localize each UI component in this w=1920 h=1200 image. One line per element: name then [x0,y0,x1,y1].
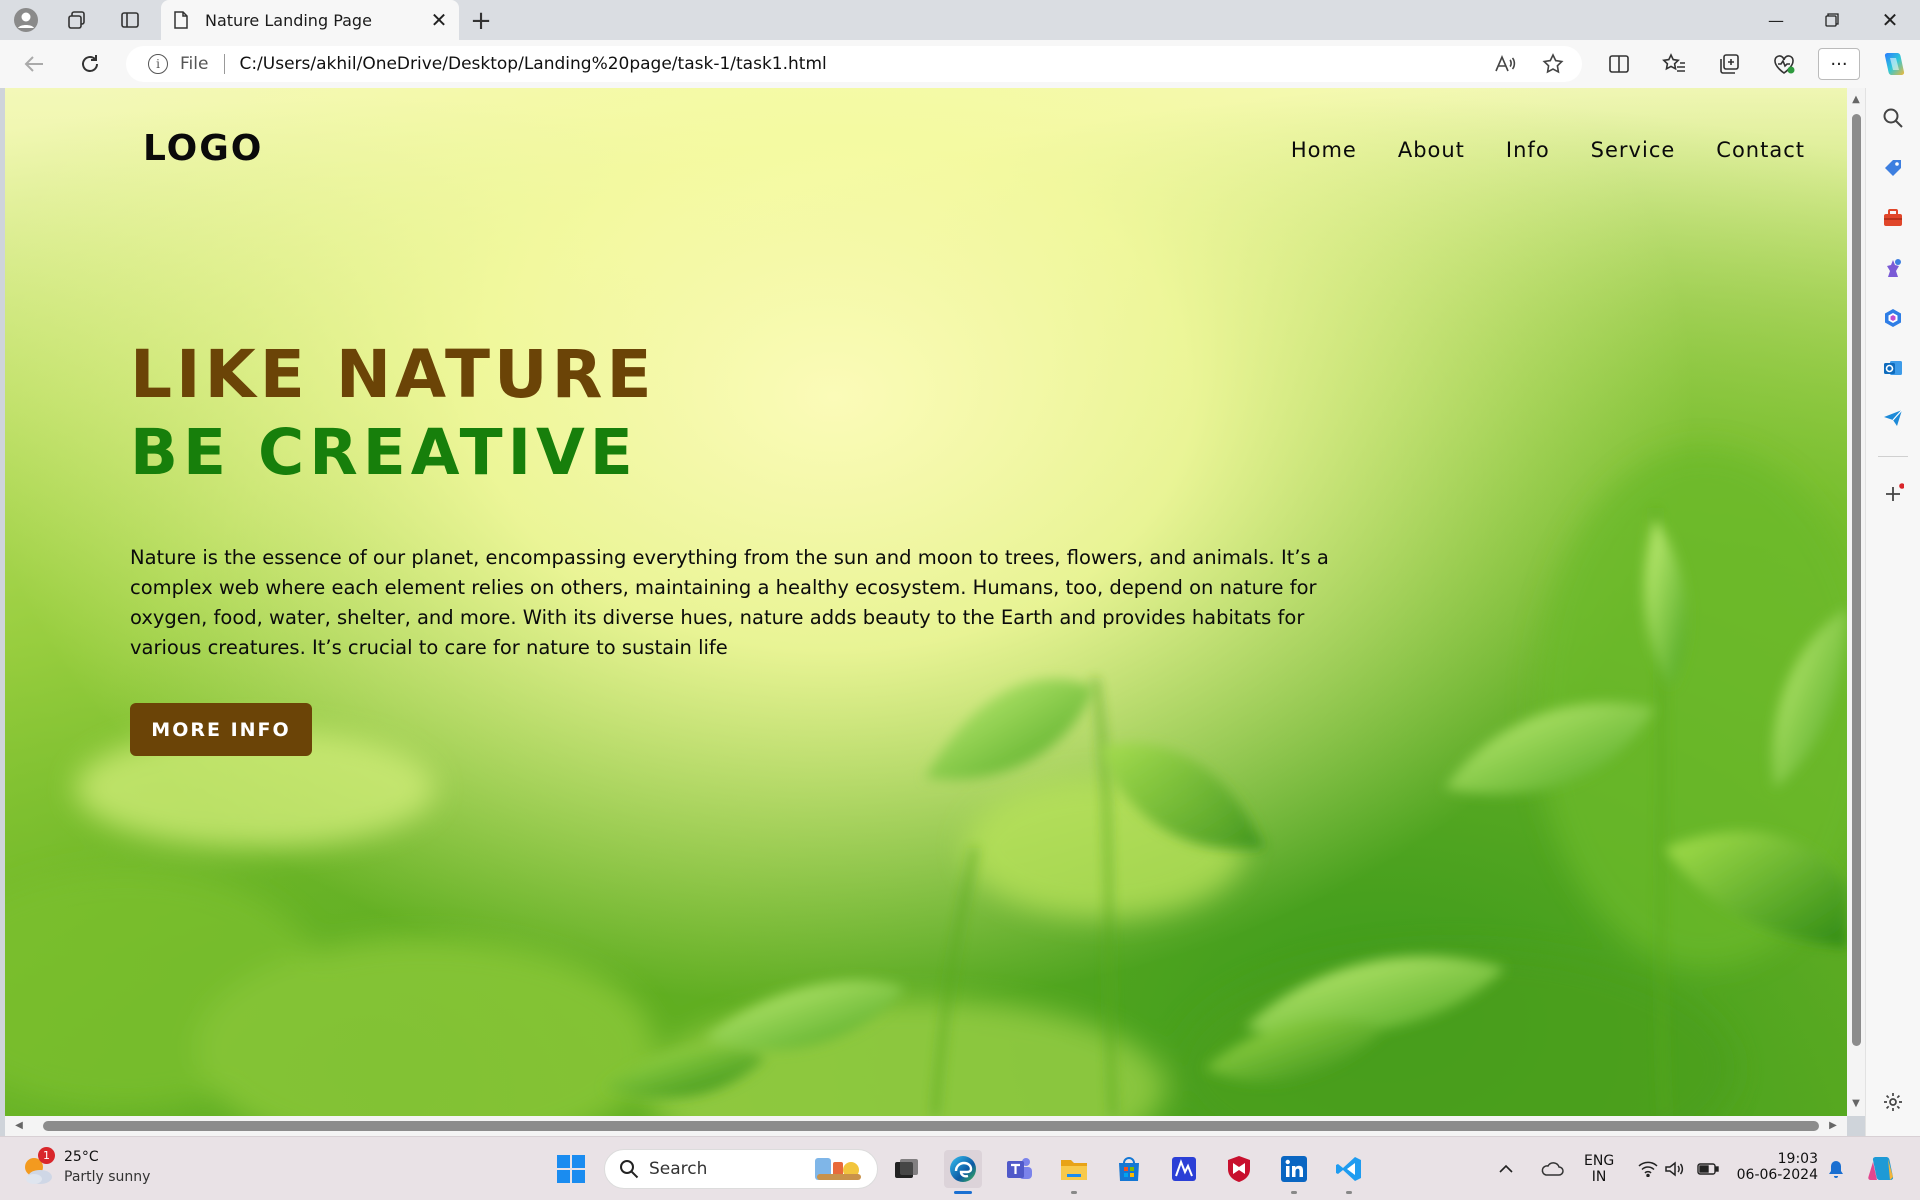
favorites-icon[interactable] [1660,50,1688,78]
edge-sidebar [1865,88,1920,1136]
copilot-icon[interactable] [1879,50,1907,78]
scroll-right-arrow-icon[interactable]: ▶ [1827,1120,1839,1132]
minimize-icon[interactable]: — [1748,0,1804,40]
task-view-icon[interactable] [887,1150,925,1188]
clock-date: 06-06-2024 [1736,1167,1818,1183]
favorite-star-icon[interactable] [1542,53,1564,75]
sidebar-outlook-icon[interactable] [1879,354,1907,382]
sidebar-search-icon[interactable] [1879,104,1907,132]
page-viewport: LOGO Home About Info Service Contact LIK… [5,88,1847,1116]
new-tab-plus-icon[interactable]: + [466,6,496,36]
split-screen-icon[interactable] [1605,50,1633,78]
copilot-taskbar-icon[interactable] [1862,1150,1900,1188]
sidebar-divider [1878,456,1908,457]
keyboard-region: IN [1591,1169,1607,1185]
search-icon [620,1160,639,1179]
scroll-up-arrow-icon[interactable]: ▲ [1850,94,1862,106]
sidebar-settings-gear-icon[interactable] [1879,1088,1907,1116]
code-editor-app-icon[interactable] [1165,1150,1203,1188]
wifi-icon[interactable] [1636,1150,1660,1188]
desktop: Nature Landing Page ✕ + — ✕ i File C:/Us… [0,0,1920,1200]
nav-service-link[interactable]: Service [1591,138,1676,162]
profile-icon[interactable] [12,6,40,34]
weather-description: Partly sunny [64,1169,151,1185]
sidebar-add-icon[interactable] [1879,480,1907,508]
running-app-indicator [1071,1191,1077,1194]
language-indicator[interactable]: ENG IN [1584,1153,1614,1185]
scroll-down-arrow-icon[interactable]: ▼ [1850,1098,1862,1110]
volume-icon[interactable] [1662,1150,1686,1188]
notification-bell-icon[interactable] [1822,1150,1850,1188]
address-url[interactable]: C:/Users/akhil/OneDrive/Desktop/Landing%… [239,54,826,74]
address-bar[interactable]: i File C:/Users/akhil/OneDrive/Desktop/L… [126,46,1582,82]
sidebar-tools-icon[interactable] [1879,204,1907,232]
site-logo[interactable]: LOGO [143,128,263,169]
nav-about-link[interactable]: About [1398,138,1465,162]
sidebar-shopping-tag-icon[interactable] [1879,154,1907,182]
sidebar-microsoft-365-icon[interactable] [1879,304,1907,332]
vscode-icon[interactable] [1330,1150,1368,1194]
read-aloud-icon[interactable] [1494,53,1516,75]
browser-tab-strip: Nature Landing Page ✕ + — ✕ [0,0,1920,40]
taskbar-search-label: Search [649,1159,708,1179]
close-window-icon[interactable]: ✕ [1862,0,1918,40]
vertical-scrollbar[interactable]: ▲ ▼ [1847,88,1865,1116]
clock[interactable]: 19:03 06-06-2024 [1734,1151,1818,1183]
search-highlight-icon [815,1158,861,1180]
collections-icon[interactable] [1715,50,1743,78]
hero-description: Nature is the essence of our planet, enc… [130,546,1329,659]
horizontal-scrollbar[interactable]: ◀ ▶ [5,1116,1847,1136]
active-tab[interactable]: Nature Landing Page ✕ [161,0,459,40]
taskbar-search-box[interactable]: Search [604,1149,878,1189]
weather-widget[interactable]: 1 25°C Partly sunny [20,1147,210,1191]
scroll-left-arrow-icon[interactable]: ◀ [13,1120,25,1132]
active-app-indicator [954,1191,972,1194]
sidebar-send-icon[interactable] [1879,404,1907,432]
language-code: ENG [1584,1153,1615,1169]
microsoft-store-icon[interactable] [1110,1150,1148,1188]
site-nav: Home About Info Service Contact [1250,138,1805,162]
teams-icon[interactable] [1000,1150,1038,1188]
running-app-indicator [1346,1191,1352,1194]
hero-headline-secondary: BE CREATIVE [130,416,638,489]
address-scheme: File [180,54,209,74]
weather-temperature: 25°C [64,1149,99,1165]
nav-info-link[interactable]: Info [1506,138,1550,162]
file-explorer-icon[interactable] [1055,1150,1093,1194]
linkedin-icon[interactable] [1275,1150,1313,1194]
onedrive-cloud-icon[interactable] [1536,1150,1568,1188]
back-icon[interactable] [17,48,51,80]
settings-and-more-button[interactable]: ··· [1818,48,1860,80]
address-divider [224,54,226,74]
nav-contact-link[interactable]: Contact [1716,138,1805,162]
tab-close-icon[interactable]: ✕ [425,6,453,34]
browser-essentials-icon[interactable] [1770,50,1798,78]
horizontal-scroll-thumb[interactable] [43,1121,1819,1131]
show-hidden-icons-chevron-icon[interactable] [1495,1150,1517,1188]
workspaces-icon[interactable] [63,6,91,34]
clock-time: 19:03 [1777,1151,1818,1167]
weather-alert-badge: 1 [38,1147,55,1164]
browser-toolbar: i File C:/Users/akhil/OneDrive/Desktop/L… [0,40,1920,88]
battery-icon[interactable] [1696,1150,1720,1188]
start-windows-icon[interactable] [552,1150,590,1188]
refresh-icon[interactable] [73,48,107,80]
nav-home-link[interactable]: Home [1291,138,1357,162]
tab-title: Nature Landing Page [205,10,372,30]
vertical-scroll-thumb[interactable] [1852,114,1861,1046]
edge-taskbar-icon[interactable] [944,1150,982,1194]
mcafee-icon[interactable] [1220,1150,1258,1188]
site-info-icon[interactable]: i [148,54,168,74]
restore-icon[interactable] [1804,0,1860,40]
page-icon [174,11,188,29]
windows-taskbar: 1 25°C Partly sunny Search ENG IN 19:03 … [0,1136,1920,1200]
more-info-button[interactable]: MORE INFO [130,703,312,756]
running-app-indicator [1291,1191,1297,1194]
vertical-tabs-icon[interactable] [116,6,144,34]
hero-headline-primary: LIKE NATURE [130,336,656,413]
sidebar-games-icon[interactable] [1879,254,1907,282]
